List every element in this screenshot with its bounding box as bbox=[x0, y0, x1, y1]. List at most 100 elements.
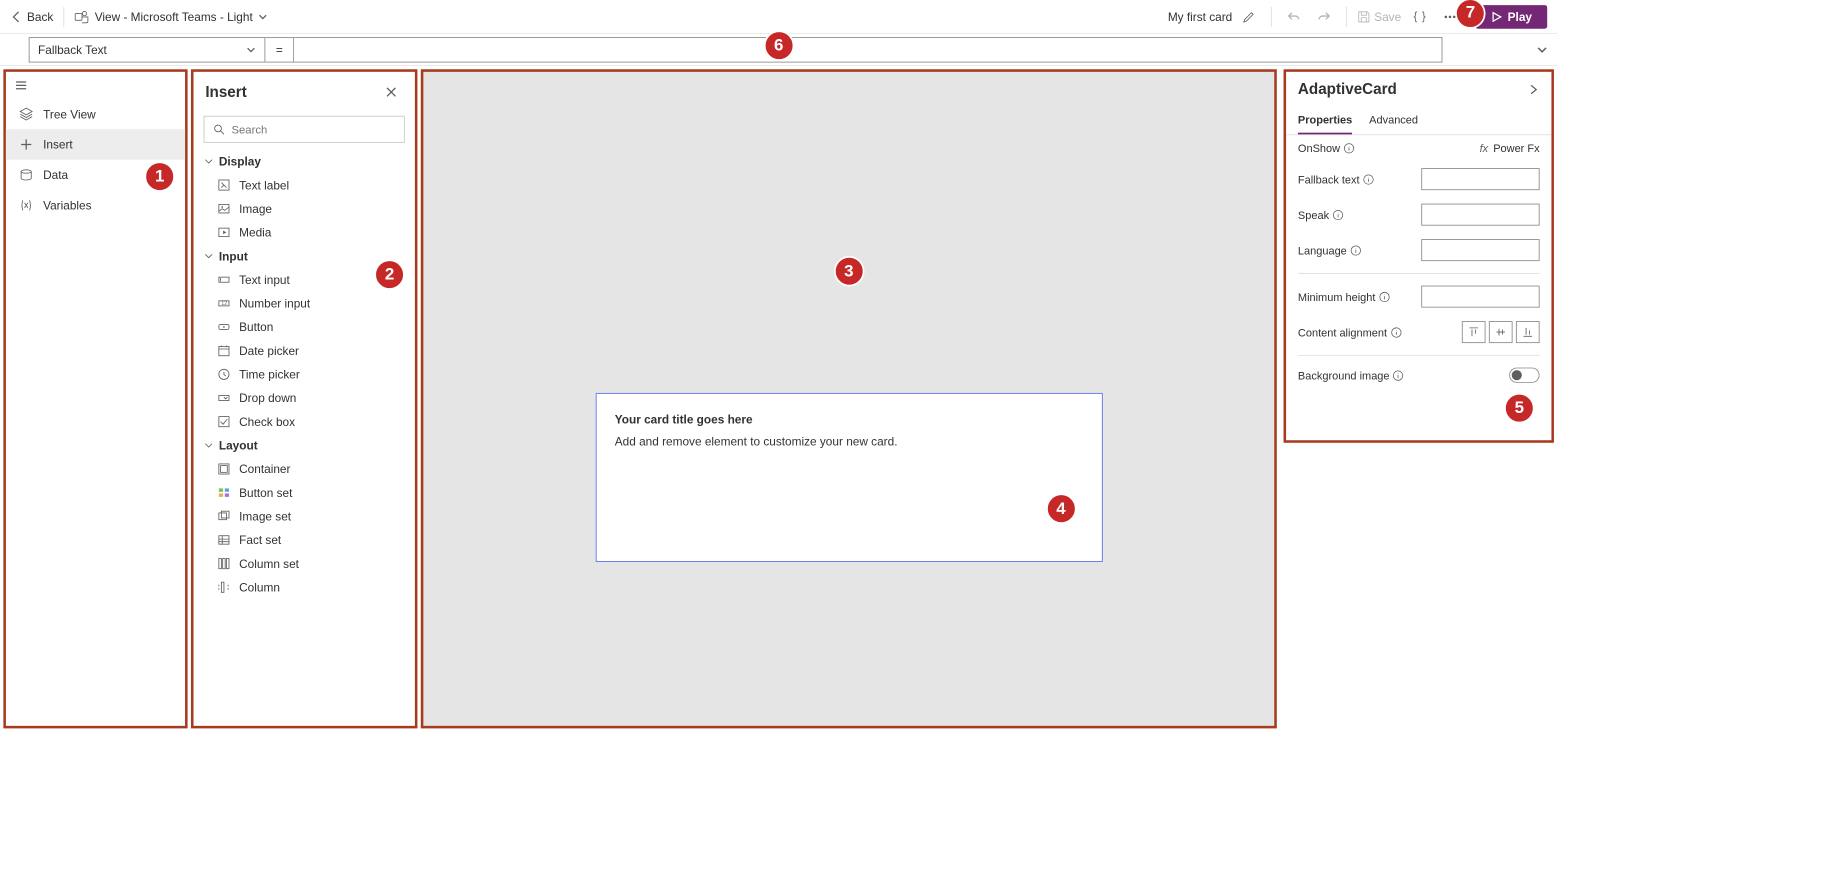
item-button-set[interactable]: Button set bbox=[194, 481, 415, 505]
search-icon bbox=[213, 123, 225, 135]
undo-icon bbox=[1287, 10, 1301, 24]
align-bottom-button[interactable] bbox=[1516, 321, 1540, 343]
equals-box: = bbox=[265, 37, 294, 62]
speak-input[interactable] bbox=[1421, 204, 1539, 226]
item-label: Check box bbox=[239, 415, 295, 429]
info-icon[interactable] bbox=[1332, 209, 1343, 220]
teams-icon bbox=[74, 9, 89, 24]
nav-label: Tree View bbox=[43, 107, 96, 121]
item-number-input[interactable]: 12 Number input bbox=[194, 292, 415, 316]
view-label: View - Microsoft Teams - Light bbox=[95, 10, 253, 24]
powerfx-label[interactable]: Power Fx bbox=[1493, 142, 1539, 155]
group-layout[interactable]: Layout bbox=[194, 433, 415, 457]
undo-button[interactable] bbox=[1282, 5, 1306, 29]
nav-label: Insert bbox=[43, 138, 73, 152]
info-icon[interactable] bbox=[1350, 245, 1361, 256]
language-label: Language bbox=[1298, 244, 1347, 257]
property-dropdown[interactable]: Fallback Text bbox=[29, 37, 266, 62]
item-date-picker[interactable]: Date picker bbox=[194, 339, 415, 363]
item-image[interactable]: Image bbox=[194, 197, 415, 221]
info-icon[interactable] bbox=[1363, 174, 1374, 185]
play-label: Play bbox=[1508, 10, 1532, 24]
divider bbox=[63, 6, 64, 26]
item-label: Column bbox=[239, 581, 280, 595]
save-button[interactable]: Save bbox=[1357, 10, 1401, 24]
item-text-label[interactable]: Text label bbox=[194, 173, 415, 197]
info-icon[interactable] bbox=[1379, 291, 1390, 302]
item-media[interactable]: Media bbox=[194, 221, 415, 245]
tab-advanced[interactable]: Advanced bbox=[1369, 106, 1418, 134]
left-nav-panel: Tree View Insert Data Variables 1 bbox=[3, 69, 187, 728]
nav-label: Variables bbox=[43, 199, 91, 213]
card-name: My first card bbox=[1168, 5, 1261, 29]
column-set-icon bbox=[218, 558, 230, 570]
item-label: Date picker bbox=[239, 344, 299, 358]
item-column-set[interactable]: Column set bbox=[194, 552, 415, 576]
back-button[interactable]: Back bbox=[10, 10, 53, 24]
minheight-input[interactable] bbox=[1421, 286, 1539, 308]
item-button[interactable]: Button bbox=[194, 315, 415, 339]
tab-properties[interactable]: Properties bbox=[1298, 106, 1352, 134]
divider bbox=[1346, 6, 1347, 26]
item-label: Time picker bbox=[239, 368, 300, 382]
item-time-picker[interactable]: Time picker bbox=[194, 363, 415, 387]
card-preview[interactable]: Your card title goes here Add and remove… bbox=[595, 393, 1102, 562]
fallback-label: Fallback text bbox=[1298, 173, 1360, 186]
info-icon[interactable] bbox=[1343, 143, 1354, 154]
property-label: Fallback Text bbox=[38, 43, 107, 57]
image-set-icon bbox=[218, 510, 230, 522]
callout-2: 2 bbox=[374, 259, 404, 289]
language-input[interactable] bbox=[1421, 239, 1539, 261]
expand-formula-button[interactable] bbox=[1527, 44, 1557, 56]
canvas[interactable]: 3 Your card title goes here Add and remo… bbox=[421, 69, 1277, 728]
nav-insert[interactable]: Insert bbox=[6, 129, 185, 159]
arrow-left-icon bbox=[10, 10, 24, 24]
checkbox-icon bbox=[218, 416, 230, 428]
item-drop-down[interactable]: Drop down bbox=[194, 386, 415, 410]
hamburger-button[interactable] bbox=[6, 72, 185, 99]
column-icon bbox=[218, 581, 230, 593]
chevron-down-icon bbox=[204, 440, 214, 450]
formula-input[interactable] bbox=[294, 37, 1442, 62]
group-display[interactable]: Display bbox=[194, 150, 415, 174]
insert-search[interactable] bbox=[204, 116, 405, 143]
item-label: Image bbox=[239, 202, 272, 216]
properties-panel: AdaptiveCard Properties Advanced OnShow … bbox=[1284, 69, 1554, 442]
item-column[interactable]: Column bbox=[194, 575, 415, 599]
item-container[interactable]: Container bbox=[194, 457, 415, 481]
view-selector[interactable]: View - Microsoft Teams - Light bbox=[74, 9, 268, 24]
nav-tree-view[interactable]: Tree View bbox=[6, 99, 185, 129]
item-label: Image set bbox=[239, 510, 291, 524]
item-label: Fact set bbox=[239, 533, 281, 547]
info-icon[interactable] bbox=[1390, 327, 1401, 338]
clock-icon bbox=[218, 368, 230, 380]
fallback-input[interactable] bbox=[1421, 168, 1539, 190]
item-label: Text label bbox=[239, 178, 289, 192]
properties-title: AdaptiveCard bbox=[1298, 80, 1397, 98]
item-label: Number input bbox=[239, 297, 310, 311]
chevron-right-icon[interactable] bbox=[1528, 83, 1540, 95]
bgimage-toggle[interactable] bbox=[1509, 368, 1539, 383]
align-middle-button[interactable] bbox=[1489, 321, 1513, 343]
contentalign-label: Content alignment bbox=[1298, 326, 1387, 339]
callout-1: 1 bbox=[144, 161, 174, 191]
search-input[interactable] bbox=[232, 123, 396, 136]
item-check-box[interactable]: Check box bbox=[194, 410, 415, 434]
svg-text:12: 12 bbox=[221, 301, 227, 307]
redo-button[interactable] bbox=[1313, 5, 1337, 29]
info-icon[interactable] bbox=[1393, 370, 1404, 381]
plus-icon bbox=[19, 138, 33, 152]
callout-4: 4 bbox=[1046, 493, 1076, 523]
code-view-button[interactable] bbox=[1408, 5, 1432, 29]
redo-icon bbox=[1318, 10, 1332, 24]
insert-title: Insert bbox=[205, 83, 246, 101]
item-fact-set[interactable]: Fact set bbox=[194, 528, 415, 552]
edit-name-button[interactable] bbox=[1237, 5, 1261, 29]
close-insert-button[interactable] bbox=[379, 80, 403, 104]
play-button[interactable]: Play 7 bbox=[1476, 5, 1548, 29]
item-image-set[interactable]: Image set bbox=[194, 504, 415, 528]
align-top-button[interactable] bbox=[1462, 321, 1486, 343]
database-icon bbox=[19, 168, 33, 182]
card-subtitle: Add and remove element to customize your… bbox=[615, 434, 1083, 448]
nav-variables[interactable]: Variables bbox=[6, 190, 185, 220]
